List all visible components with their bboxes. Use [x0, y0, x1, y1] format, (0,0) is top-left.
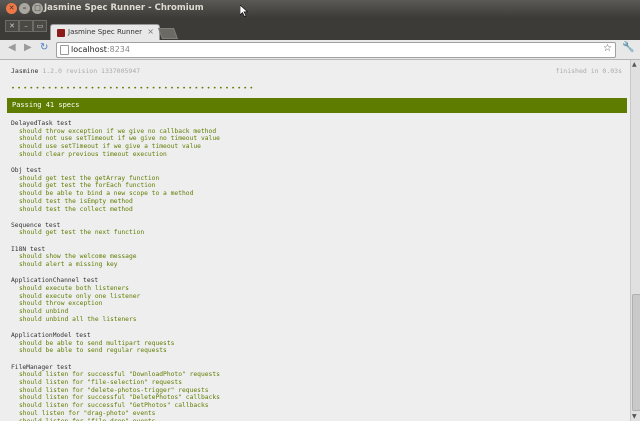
window-title: Jasmine Spec Runner - Chromium: [44, 3, 204, 13]
jasmine-favicon-icon: [57, 29, 65, 37]
suite-name[interactable]: Sequence test: [11, 222, 621, 230]
window-close-button[interactable]: ✕: [6, 3, 17, 14]
spec-item[interactable]: should listen for "file-drop" events: [11, 418, 621, 421]
tab-close-window-icon[interactable]: ✕: [5, 20, 19, 32]
vertical-scrollbar[interactable]: ▲ ▼: [630, 60, 640, 421]
passing-label: Passing 41 specs: [12, 101, 80, 109]
spec-item[interactable]: should show the welcome message: [11, 253, 621, 261]
spec-item[interactable]: should get test the next function: [11, 229, 621, 237]
tab-restore-icon[interactable]: ▭: [33, 20, 47, 32]
spec-item[interactable]: should be able to bind a new scope to a …: [11, 190, 621, 198]
finished-time: finished in 0.03s: [555, 67, 622, 75]
suite-block: DelayedTask test should throw exception i…: [11, 120, 621, 159]
spec-item[interactable]: should be able to send regular requests: [11, 347, 621, 355]
suite-block: ApplicationModel test should be able to s…: [11, 332, 621, 355]
spec-item[interactable]: should not use setTimeout if we give no …: [11, 135, 621, 143]
spec-item[interactable]: should unbind all the listeners: [11, 316, 621, 324]
browser-toolbar: ◀ ▶ ↻ localhost:8234 ☆ 🔧: [0, 40, 640, 60]
address-url: localhost:8234: [71, 45, 130, 54]
spec-item[interactable]: should get test the forEach function: [11, 182, 621, 190]
window-titlebar: ✕ – □ Jasmine Spec Runner - Chromium: [0, 0, 640, 18]
reload-icon[interactable]: ↻: [40, 42, 48, 53]
results-list: DelayedTask test should throw exception i…: [11, 120, 621, 421]
page-viewport: Jasmine 1.2.0 revision 1337005947 finish…: [0, 60, 630, 421]
spec-item[interactable]: should listen for successful "DeletePhot…: [11, 394, 621, 402]
suite-name[interactable]: ApplicationChannel test: [11, 277, 621, 285]
window-maximize-button[interactable]: □: [32, 3, 43, 14]
tab-label: Jasmine Spec Runner: [68, 28, 143, 36]
mouse-cursor-icon: [240, 5, 248, 17]
back-arrow-icon[interactable]: ◀: [8, 42, 16, 53]
window-minimize-button[interactable]: –: [19, 3, 30, 14]
suite-block: ApplicationChannel test should execute bo…: [11, 277, 621, 323]
suite-name[interactable]: I18N test: [11, 246, 621, 254]
spec-item[interactable]: should unbind: [11, 308, 621, 316]
spec-item[interactable]: should throw exception: [11, 300, 621, 308]
passing-bar[interactable]: Passing 41 specs: [7, 98, 627, 113]
spec-item[interactable]: should throw exception if we give no cal…: [11, 128, 621, 136]
tab-close-icon[interactable]: ×: [147, 27, 154, 36]
tab-jasmine-spec-runner[interactable]: Jasmine Spec Runner ×: [50, 24, 160, 41]
suite-name[interactable]: DelayedTask test: [11, 120, 621, 128]
suite-name[interactable]: FileManager test: [11, 364, 621, 372]
spec-item[interactable]: should test the collect method: [11, 206, 621, 214]
spec-item[interactable]: should be able to send multipart request…: [11, 340, 621, 348]
tab-strip: ✕ – ▭ Jasmine Spec Runner ×: [0, 18, 640, 41]
scroll-down-icon[interactable]: ▼: [632, 413, 637, 420]
spec-dots: ••••••••••••••••••••••••••••••••••••••••: [11, 84, 256, 92]
address-bar[interactable]: localhost:8234 ☆: [56, 42, 616, 58]
forward-arrow-icon[interactable]: ▶: [24, 42, 32, 53]
tab-minimize-icon[interactable]: –: [19, 20, 33, 32]
spec-item[interactable]: should get test the getArray function: [11, 175, 621, 183]
scrollbar-thumb[interactable]: [632, 294, 640, 411]
new-tab-button[interactable]: [157, 28, 179, 39]
spec-item[interactable]: should alert a missing key: [11, 261, 621, 269]
spec-item[interactable]: should use setTimeout if we give a timeo…: [11, 143, 621, 151]
spec-item[interactable]: should listen for "delete-photos-trigger…: [11, 387, 621, 395]
spec-item[interactable]: should listen for successful "DownloadPh…: [11, 371, 621, 379]
jasmine-name: Jasmine: [11, 67, 39, 75]
spec-item[interactable]: should clear previous timeout execution: [11, 151, 621, 159]
scroll-up-icon[interactable]: ▲: [632, 61, 637, 68]
suite-block: I18N test should show the welcome message…: [11, 246, 621, 269]
spec-item[interactable]: should listen for "file-selection" reque…: [11, 379, 621, 387]
spec-item[interactable]: should execute only one listener: [11, 293, 621, 301]
suite-block: FileManager test should listen for succes…: [11, 364, 621, 421]
spec-item[interactable]: should listen for successful "GetPhotos"…: [11, 402, 621, 410]
suite-name[interactable]: Obj test: [11, 167, 621, 175]
wrench-icon[interactable]: 🔧: [622, 42, 634, 53]
star-icon[interactable]: ☆: [603, 43, 612, 54]
spec-item[interactable]: shoul listen for "drag-photo" events: [11, 410, 621, 418]
jasmine-version: 1.2.0 revision 1337005947: [42, 67, 141, 75]
spec-item[interactable]: should test the isEmpty method: [11, 198, 621, 206]
page-icon: [60, 45, 69, 55]
jasmine-banner: Jasmine 1.2.0 revision 1337005947: [11, 67, 140, 75]
spec-item[interactable]: should execute both listeners: [11, 285, 621, 293]
suite-name[interactable]: ApplicationModel test: [11, 332, 621, 340]
suite-block: Sequence test should get test the next fu…: [11, 222, 621, 237]
suite-block: Obj test should get test the getArray fun…: [11, 167, 621, 213]
